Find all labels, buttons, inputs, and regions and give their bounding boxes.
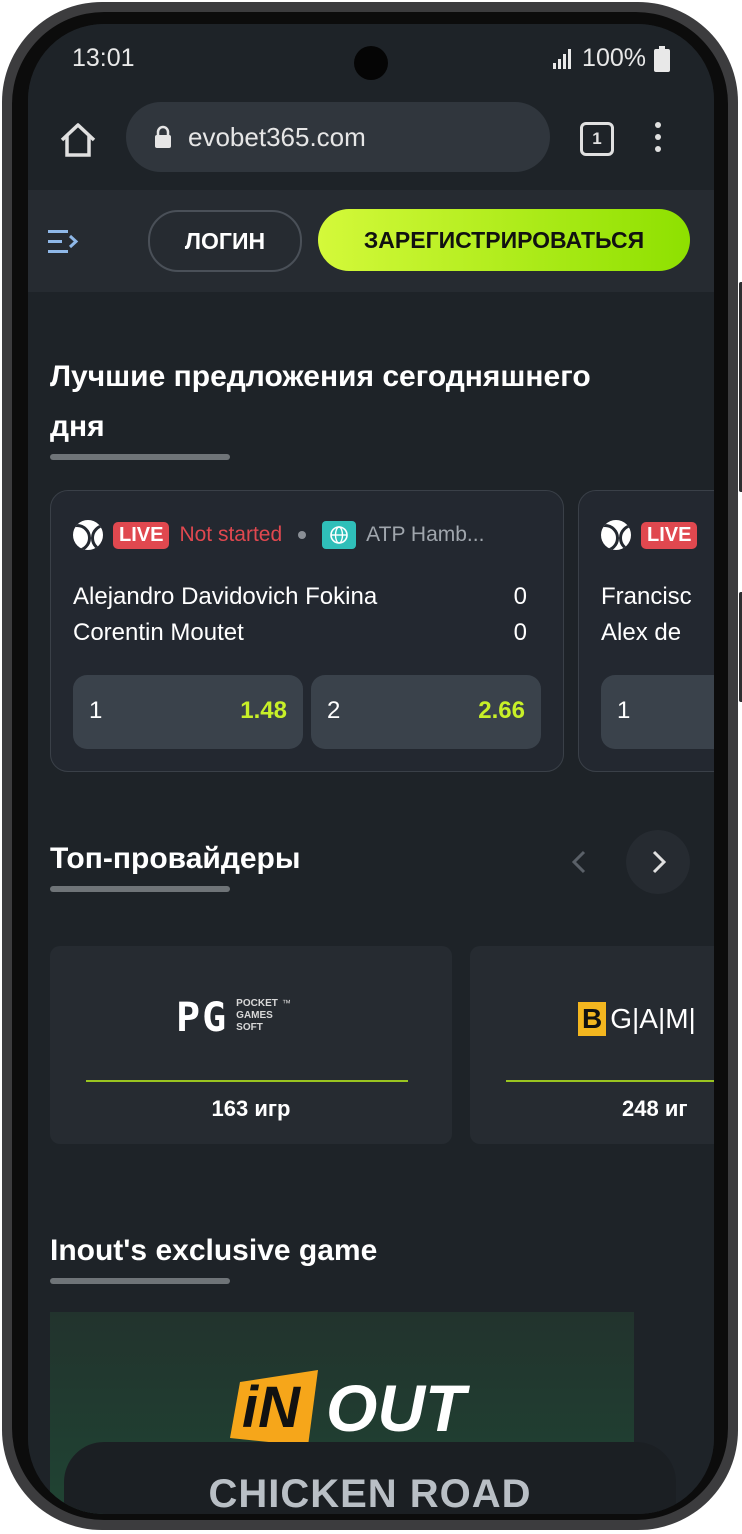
pocket-games-logo: PG POCKET GAMES SOFT ™	[176, 995, 291, 1041]
signal-icon	[553, 48, 572, 69]
match-meta: LIVE	[601, 519, 698, 551]
exclusive-title-underline	[50, 1278, 230, 1284]
inout-logo: iN OUT	[226, 1360, 516, 1450]
screen: 13:01 100% evobet365.com 1 ЛОГИН ЗАРЕГИС…	[28, 24, 714, 1514]
live-badge: LIVE	[113, 521, 170, 549]
league-name: ATP Hamb...	[366, 523, 485, 546]
separator-dot	[298, 531, 307, 539]
odd-button-1[interactable]: 1 1.48	[73, 675, 303, 749]
providers-title: Топ-провайдеры	[50, 842, 301, 875]
odd-button-1[interactable]: 1	[601, 675, 714, 749]
tennis-ball-icon	[73, 520, 103, 550]
login-button[interactable]: ЛОГИН	[148, 210, 302, 272]
status-icons: 100%	[552, 44, 670, 73]
provider-card[interactable]: PG POCKET GAMES SOFT ™ 163 игр	[50, 946, 452, 1144]
battery-icon	[654, 45, 670, 72]
tennis-ball-icon	[601, 520, 631, 550]
site-header: ЛОГИН ЗАРЕГИСТРИРОВАТЬСЯ	[28, 190, 714, 292]
address-bar[interactable]: evobet365.com	[126, 102, 550, 172]
team-away: Corentin Moutet	[73, 619, 244, 646]
match-card[interactable]: LIVE Francisc Alex de 1	[578, 490, 714, 772]
next-arrow-icon[interactable]	[626, 830, 690, 894]
live-badge: LIVE	[641, 521, 698, 549]
match-status: Not started	[179, 523, 283, 546]
prev-arrow-icon[interactable]	[548, 830, 612, 894]
home-icon[interactable]	[58, 120, 98, 160]
register-button[interactable]: ЗАРЕГИСТРИРОВАТЬСЯ	[318, 209, 690, 271]
clock: 13:01	[72, 44, 135, 72]
provider-game-count: 163 игр	[211, 1096, 291, 1121]
provider-divider	[86, 1080, 408, 1082]
provider-divider	[506, 1080, 714, 1082]
team-home: Francisc	[601, 583, 692, 610]
offers-title-underline	[50, 454, 230, 460]
odd-value: 1.48	[240, 697, 287, 724]
more-menu-icon[interactable]	[652, 122, 664, 158]
menu-icon[interactable]	[48, 228, 80, 256]
score-home: 0	[513, 583, 527, 610]
globe-icon	[322, 521, 357, 549]
odd-label: 2	[327, 697, 341, 724]
battery-percent: 100%	[582, 44, 646, 72]
provider-card[interactable]: B G|A|M| 248 иг	[470, 946, 714, 1144]
odd-label: 1	[89, 697, 103, 724]
exclusive-title: Inout's exclusive game	[50, 1234, 378, 1267]
browser-toolbar: evobet365.com 1	[28, 94, 714, 190]
odd-button-2[interactable]: 2 2.66	[311, 675, 541, 749]
phone-frame: 13:01 100% evobet365.com 1 ЛОГИН ЗАРЕГИС…	[2, 2, 742, 1530]
providers-title-underline	[50, 886, 230, 892]
front-camera	[354, 46, 388, 80]
odd-value: 2.66	[478, 697, 525, 724]
game-title-panel: CHICKEN ROAD	[64, 1442, 676, 1514]
lock-icon	[155, 125, 171, 148]
tab-switcher-button[interactable]: 1	[580, 122, 614, 156]
game-title: CHICKEN ROAD	[208, 1472, 532, 1514]
main-content: Лучшие предложения сегодняшнего дня LIVE…	[28, 292, 714, 1514]
score-away: 0	[513, 619, 527, 646]
offers-title: Лучшие предложения сегодняшнего дня	[50, 360, 591, 443]
match-meta: LIVE Not started ATP Hamb...	[73, 519, 484, 551]
status-bar: 13:01 100%	[28, 24, 714, 94]
url-text: evobet365.com	[188, 122, 366, 152]
provider-game-count: 248 иг	[622, 1096, 688, 1121]
team-away: Alex de	[601, 619, 682, 646]
team-home: Alejandro Davidovich Fokina	[73, 583, 378, 610]
bgaming-logo: B G|A|M|	[578, 1002, 696, 1036]
match-card[interactable]: LIVE Not started ATP Hamb... Alejandro D…	[50, 490, 564, 772]
odd-label: 1	[617, 697, 631, 724]
